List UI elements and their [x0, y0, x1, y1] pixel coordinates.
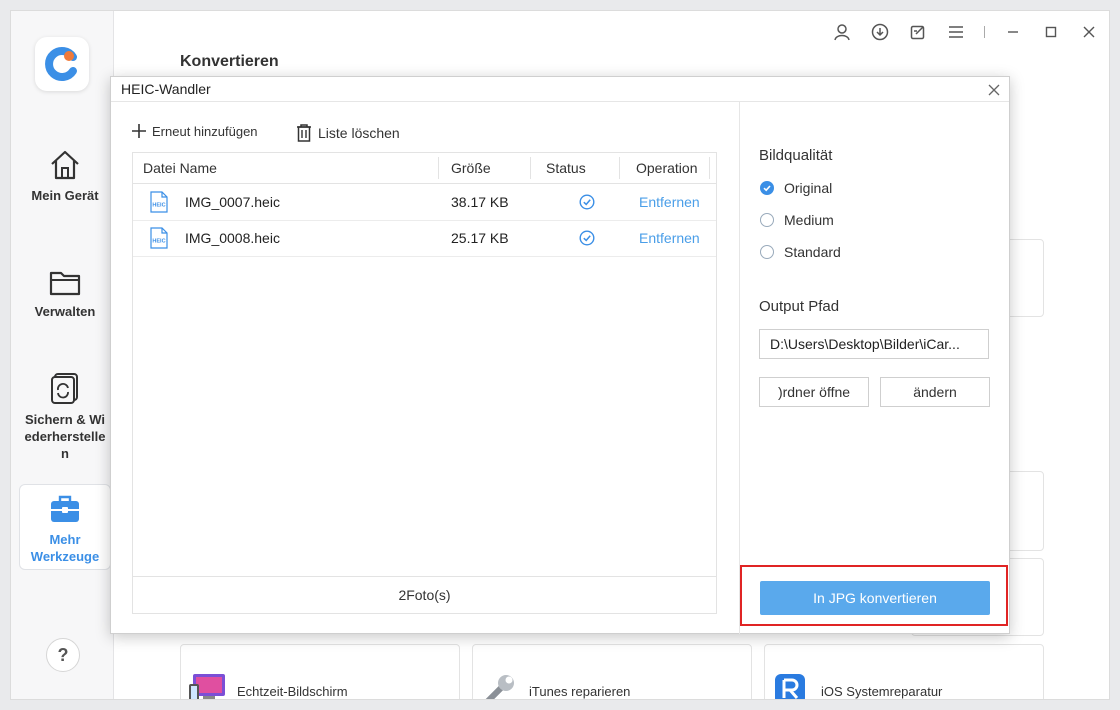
download-button[interactable] — [870, 22, 890, 42]
user-icon — [834, 24, 850, 41]
tool-card-label: iTunes reparieren — [529, 684, 631, 699]
radio-icon[interactable] — [760, 213, 774, 227]
quality-label: Bildqualität — [759, 147, 833, 164]
status-check-icon — [579, 194, 595, 210]
file-size: 25.17 KB — [451, 230, 509, 246]
table-row[interactable]: HEIC IMG_0007.heic 38.17 KB Entfernen — [133, 184, 716, 221]
dialog-divider — [111, 101, 1009, 102]
tool-card-itunes-reparieren[interactable]: iTunes reparieren — [472, 644, 752, 699]
maximize-icon — [1045, 26, 1057, 38]
sidebar-item-label: Mein Gerät — [31, 188, 99, 203]
output-path-label: Output Pfad — [759, 298, 840, 315]
heic-converter-dialog: HEIC-Wandler Erneut hinzufügen Liste lös… — [110, 76, 1010, 634]
change-path-button[interactable]: ändern — [880, 377, 990, 407]
file-type-label: HEIC — [152, 239, 165, 245]
tool-card-ios-systemreparatur[interactable]: iOS Systemreparatur — [764, 644, 1044, 699]
radio-icon[interactable] — [760, 245, 774, 259]
column-header-name: Datei Name — [143, 160, 217, 176]
column-header-size: Größe — [451, 160, 491, 176]
titlebar-separator — [984, 26, 985, 38]
table-row[interactable]: HEIC IMG_0008.heic 25.17 KB Entfernen — [133, 220, 716, 257]
column-separator — [709, 157, 710, 179]
remove-link[interactable]: Entfernen — [639, 194, 700, 210]
tool-card-label: Echtzeit-Bildschirm — [237, 684, 348, 699]
quality-option-label: Original — [784, 180, 833, 196]
heic-file-icon: HEIC — [150, 191, 168, 213]
sidebar-item-sichern[interactable]: Sichern & Wiederherstellen — [19, 371, 111, 462]
maximize-button[interactable] — [1041, 22, 1061, 42]
convert-to-jpg-button[interactable]: In JPG konvertieren — [760, 581, 990, 615]
clear-list-label: Liste löschen — [318, 125, 400, 141]
plus-icon — [132, 124, 146, 138]
column-separator — [619, 157, 620, 179]
home-icon — [51, 150, 79, 180]
sidebar-item-mehr-werkzeuge[interactable]: Mehr Werkzeuge — [19, 484, 111, 570]
titlebar-controls — [832, 21, 1099, 43]
heic-file-icon: HEIC — [150, 227, 168, 249]
page-title: Konvertieren — [180, 53, 279, 70]
close-window-button[interactable] — [1079, 22, 1099, 42]
file-table: Datei Name Größe Status Operation HEIC I… — [132, 152, 717, 614]
quality-option-original[interactable]: Original — [760, 180, 832, 196]
quality-option-standard[interactable]: Standard — [760, 244, 841, 260]
radio-checked-icon[interactable] — [760, 181, 774, 195]
add-again-button[interactable]: Erneut hinzufügen — [131, 123, 258, 139]
backup-icon — [51, 373, 78, 404]
column-separator — [530, 157, 531, 179]
status-check-icon — [579, 230, 595, 246]
menu-button[interactable] — [946, 22, 966, 42]
help-button[interactable]: ? — [46, 638, 80, 672]
close-icon — [1083, 26, 1095, 38]
minimize-icon — [1008, 31, 1018, 33]
tool-card-label: iOS Systemreparatur — [821, 684, 943, 699]
column-separator — [438, 157, 439, 179]
quality-option-medium[interactable]: Medium — [760, 212, 834, 228]
feedback-button[interactable] — [908, 22, 928, 42]
trash-icon — [297, 124, 311, 142]
sidebar-item-mein-geraet[interactable]: Mein Gerät — [19, 149, 111, 204]
file-name: IMG_0008.heic — [185, 230, 280, 246]
dialog-title: HEIC-Wandler — [121, 81, 211, 97]
table-header: Datei Name Größe Status Operation — [133, 153, 716, 184]
sidebar-item-label: Mehr Werkzeuge — [30, 532, 100, 564]
column-header-operation: Operation — [636, 160, 698, 176]
clear-list-button[interactable]: Liste löschen — [295, 123, 400, 143]
sidebar-item-label: Verwalten — [34, 304, 96, 319]
minimize-button[interactable] — [1003, 22, 1023, 42]
sidebar: Mein Gerät Verwalten Sichern & Wiederher… — [11, 11, 114, 699]
output-path-field[interactable]: D:\Users\Desktop\Bilder\iCar... — [759, 329, 989, 359]
close-icon — [988, 84, 1000, 96]
wrench-icon — [485, 675, 514, 699]
dialog-close-button[interactable] — [985, 81, 1003, 99]
sidebar-item-verwalten[interactable]: Verwalten — [19, 267, 111, 320]
toolbox-icon — [51, 495, 79, 522]
sidebar-item-label: Sichern & Wiederherstellen — [24, 412, 106, 461]
download-icon — [871, 23, 889, 41]
add-again-label: Erneut hinzufügen — [152, 123, 258, 139]
help-icon: ? — [57, 645, 69, 665]
remove-link[interactable]: Entfernen — [639, 230, 700, 246]
panel-divider — [739, 102, 740, 634]
column-header-status: Status — [546, 160, 586, 176]
menu-icon — [949, 26, 963, 38]
file-name: IMG_0007.heic — [185, 194, 280, 210]
file-size: 38.17 KB — [451, 194, 509, 210]
screen-mirror-icon — [189, 674, 225, 699]
quality-option-label: Standard — [784, 244, 841, 260]
photo-count: 2Foto(s) — [133, 576, 716, 613]
file-type-label: HEIC — [152, 203, 165, 209]
app-logo — [35, 37, 89, 91]
open-folder-button[interactable]: )rdner öffne — [759, 377, 869, 407]
quality-option-label: Medium — [784, 212, 834, 228]
tool-card-echtzeit-bildschirm[interactable]: Echtzeit-Bildschirm — [180, 644, 460, 699]
account-button[interactable] — [832, 22, 852, 42]
ios-repair-icon — [775, 674, 805, 699]
edit-note-icon — [910, 25, 925, 40]
folder-icon — [49, 271, 81, 296]
